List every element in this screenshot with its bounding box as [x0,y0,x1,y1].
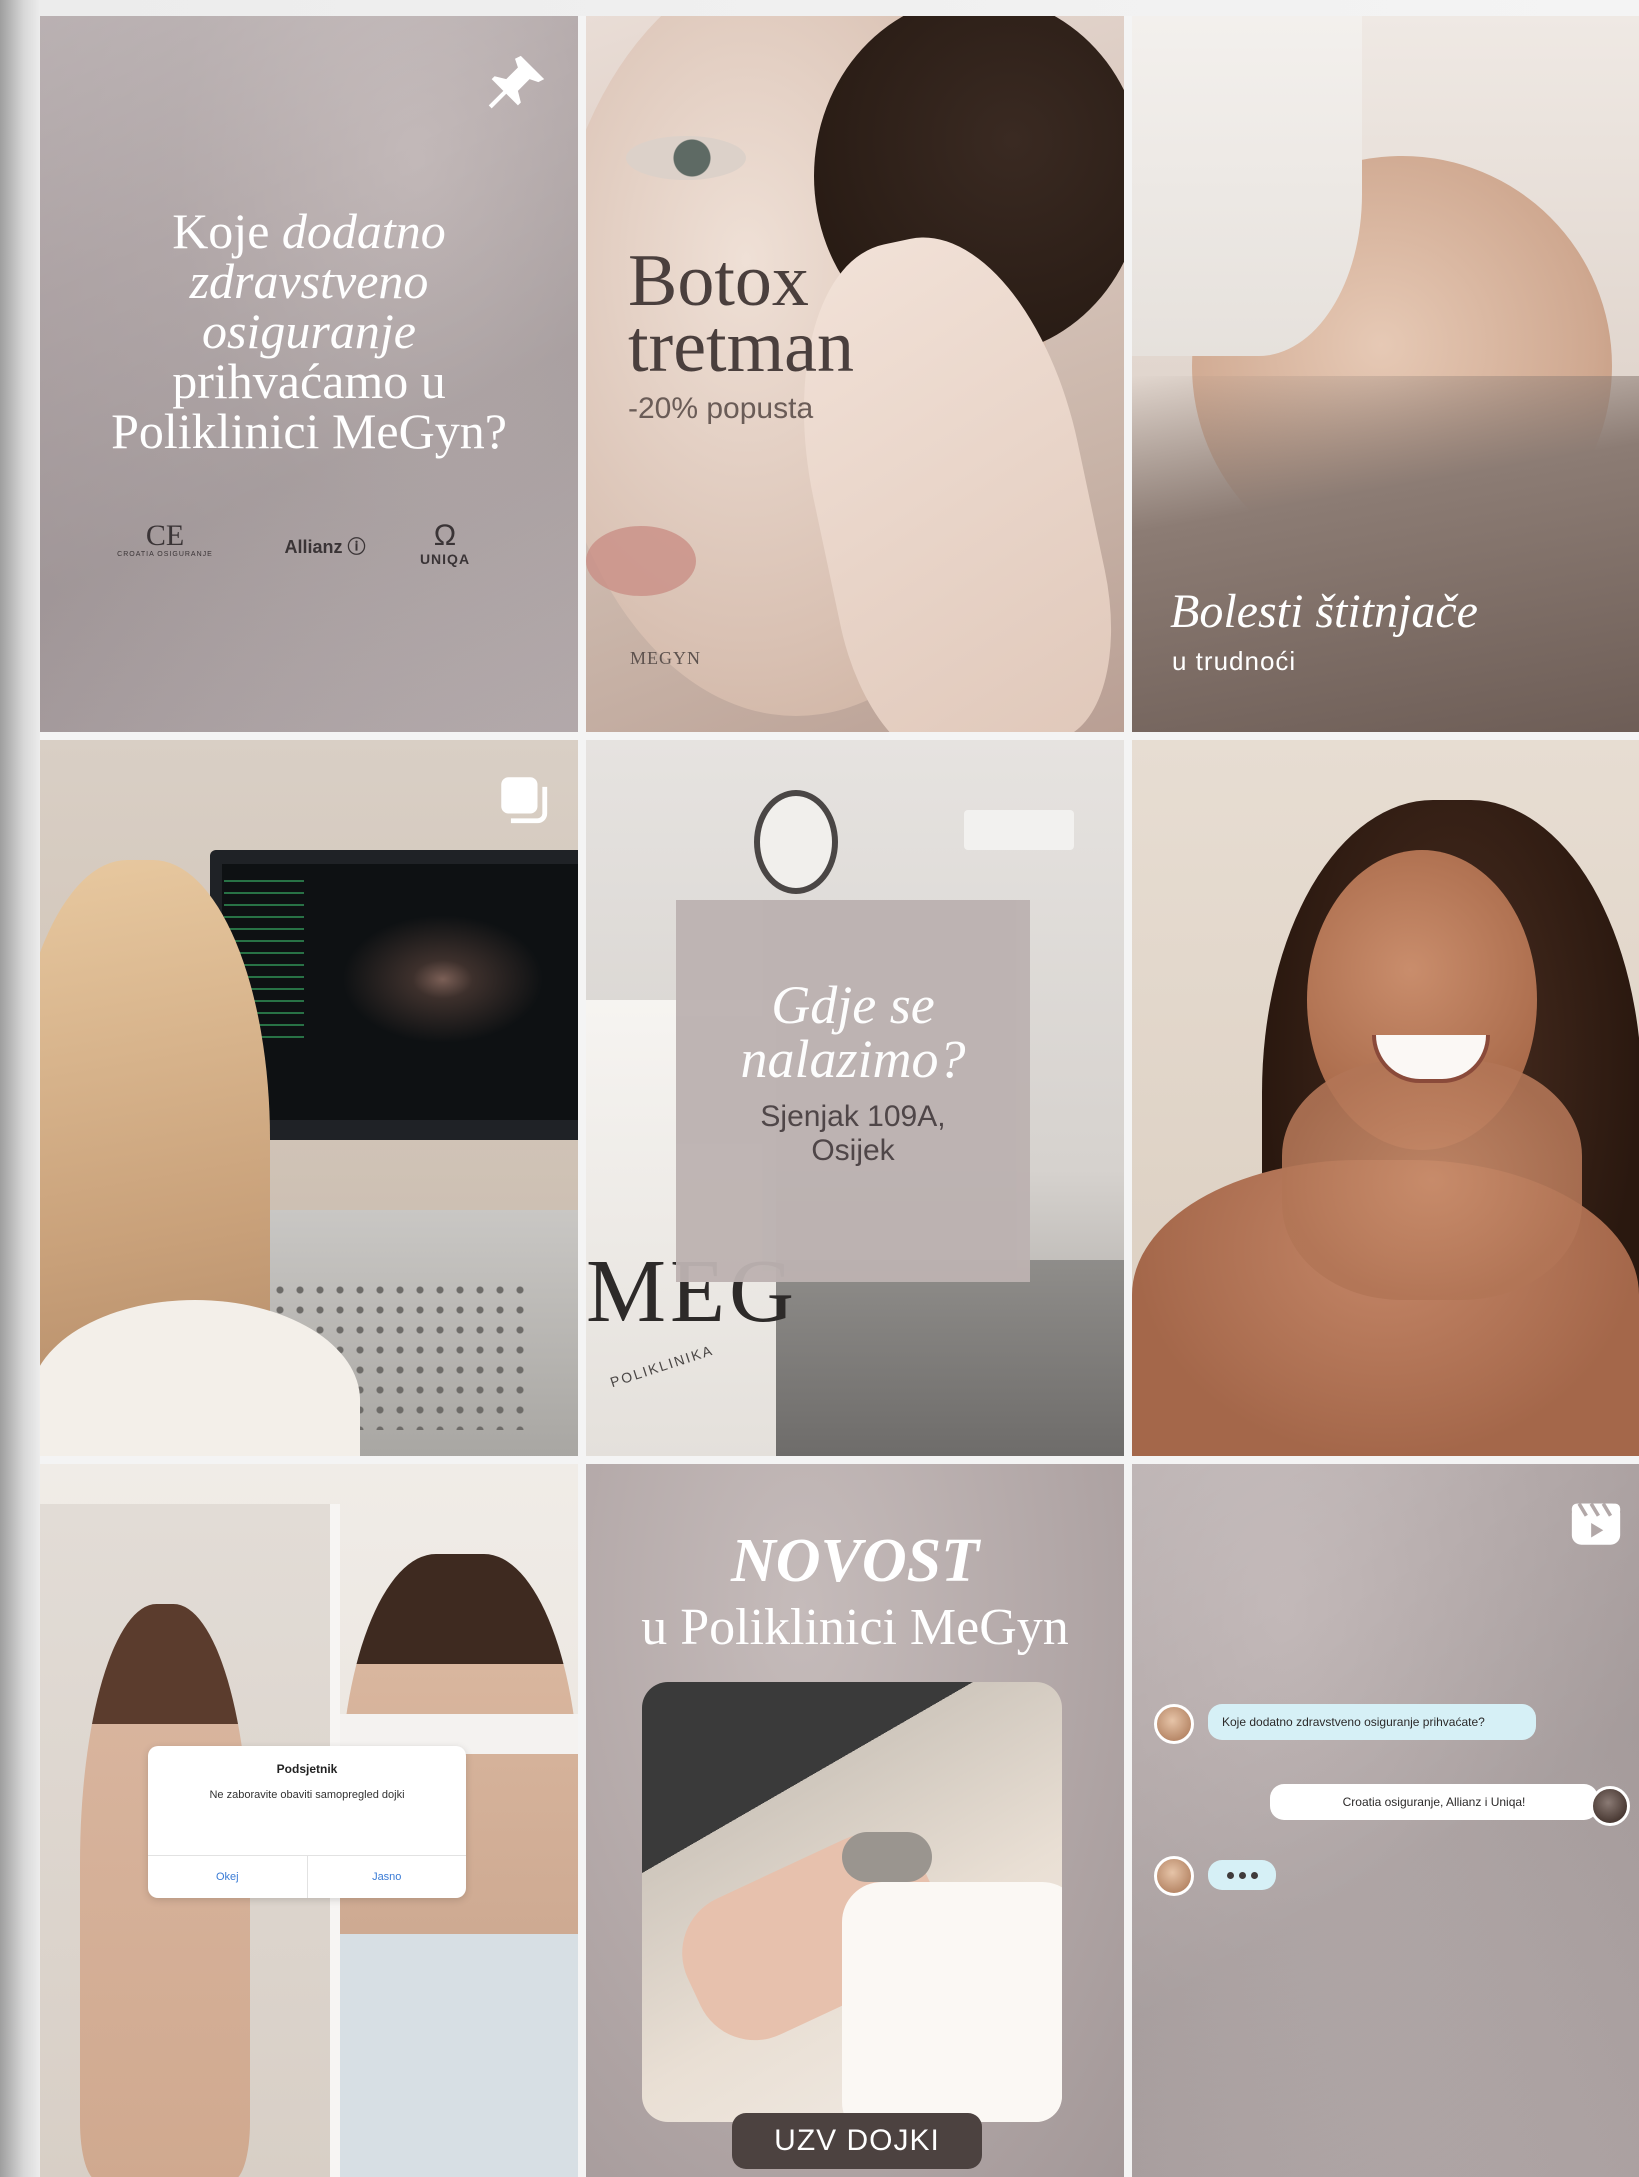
uniqa-logo: Ω UNIQA [419,519,471,568]
ok-button: Okej [215,1871,239,1883]
avatar [1590,1786,1630,1826]
post-headline: Koje dodatno zdravstveno osiguranje prih… [111,203,507,459]
post-ultrasound-exam[interactable] [40,740,578,1456]
pin-icon [488,55,545,109]
wall-clock [754,790,838,894]
dialog-title: Podsjetnik [276,1762,338,1776]
post-subtitle: -20% popusta [628,392,814,425]
insurance-logos: CE CROATIA OSIGURANJE Allianz ⓘ Ω UNIQA [100,521,538,581]
reel-icon [1571,1502,1621,1545]
reminder-dialog: Podsjetnik Ne zaboravite obaviti samopre… [148,1746,466,1898]
allianz-logo: Allianz ⓘ [284,537,366,557]
post-title: Botox tretman [628,240,855,388]
chat-message-question: Koje dodatno zdravstveno osiguranje prih… [1208,1704,1536,1740]
location-question: Gdje se nalazimo? [740,975,966,1089]
avatar [1154,1856,1194,1896]
location-card: Gdje se nalazimo? Sjenjak 109A, Osijek [676,900,1030,1282]
service-label: UZV DOJKI [732,2113,982,2169]
profile-post-grid: Koje dodatno zdravstveno osiguranje prih… [40,16,1639,2177]
hands-area [1282,1060,1582,1300]
lip-detail [586,526,696,596]
sleeve-area [1132,16,1362,356]
post-insurance-question[interactable]: Koje dodatno zdravstveno osiguranje prih… [40,16,578,732]
post-subtitle: u Poliklinici MeGyn [641,1599,1069,1656]
multiple-posts-icon [501,777,548,824]
post-botox-promo[interactable]: Botox tretman -20% popusta MEGYN [586,16,1124,732]
post-title: NOVOST [730,1527,980,1595]
post-self-exam-reminder[interactable]: Podsjetnik Ne zaboravite obaviti samopre… [40,1464,578,2177]
croatia-osiguranje-logo: CE CROATIA OSIGURANJE [117,519,213,559]
post-insurance-chat[interactable]: Koje dodatno zdravstveno osiguranje prih… [1132,1464,1639,2177]
address-line-2: Osijek [811,1134,895,1167]
post-breast-ultrasound-news[interactable]: NOVOST u Poliklinici MeGyn UZV DOJKI [586,1464,1124,2177]
later-button: Jasno [306,1856,467,1898]
post-title: Bolesti štitnjače [1170,585,1478,638]
post-thyroid-pregnancy[interactable]: Bolesti štitnjače u trudnoći [1132,16,1639,732]
air-conditioner [964,810,1074,850]
post-location[interactable]: MEG POLIKLINIKA Gdje se nalazimo? Sjenja… [586,740,1124,1456]
dialog-buttons: Okej Jasno [148,1855,466,1898]
dialog-message: Ne zaboravite obaviti samopregled dojki [209,1789,405,1801]
ultrasound-probe [842,1832,932,1882]
address-line-1: Sjenjak 109A, [760,1100,946,1133]
post-smiling-woman[interactable] [1132,740,1639,1456]
post-subtitle: u trudnoći [1172,646,1297,676]
chat-message-answer: Croatia osiguranje, Allianz i Uniqa! [1270,1784,1598,1820]
eye-detail [626,136,746,180]
ultrasound-photo [642,1682,1062,2122]
avatar [1154,1704,1194,1744]
typing-indicator [1208,1860,1276,1890]
leaf-shadow-overlay [1132,1464,1639,2177]
towel-area [842,1882,1062,2122]
dark-overlay [1132,376,1639,732]
brand-logo: MEGYN [630,648,701,668]
